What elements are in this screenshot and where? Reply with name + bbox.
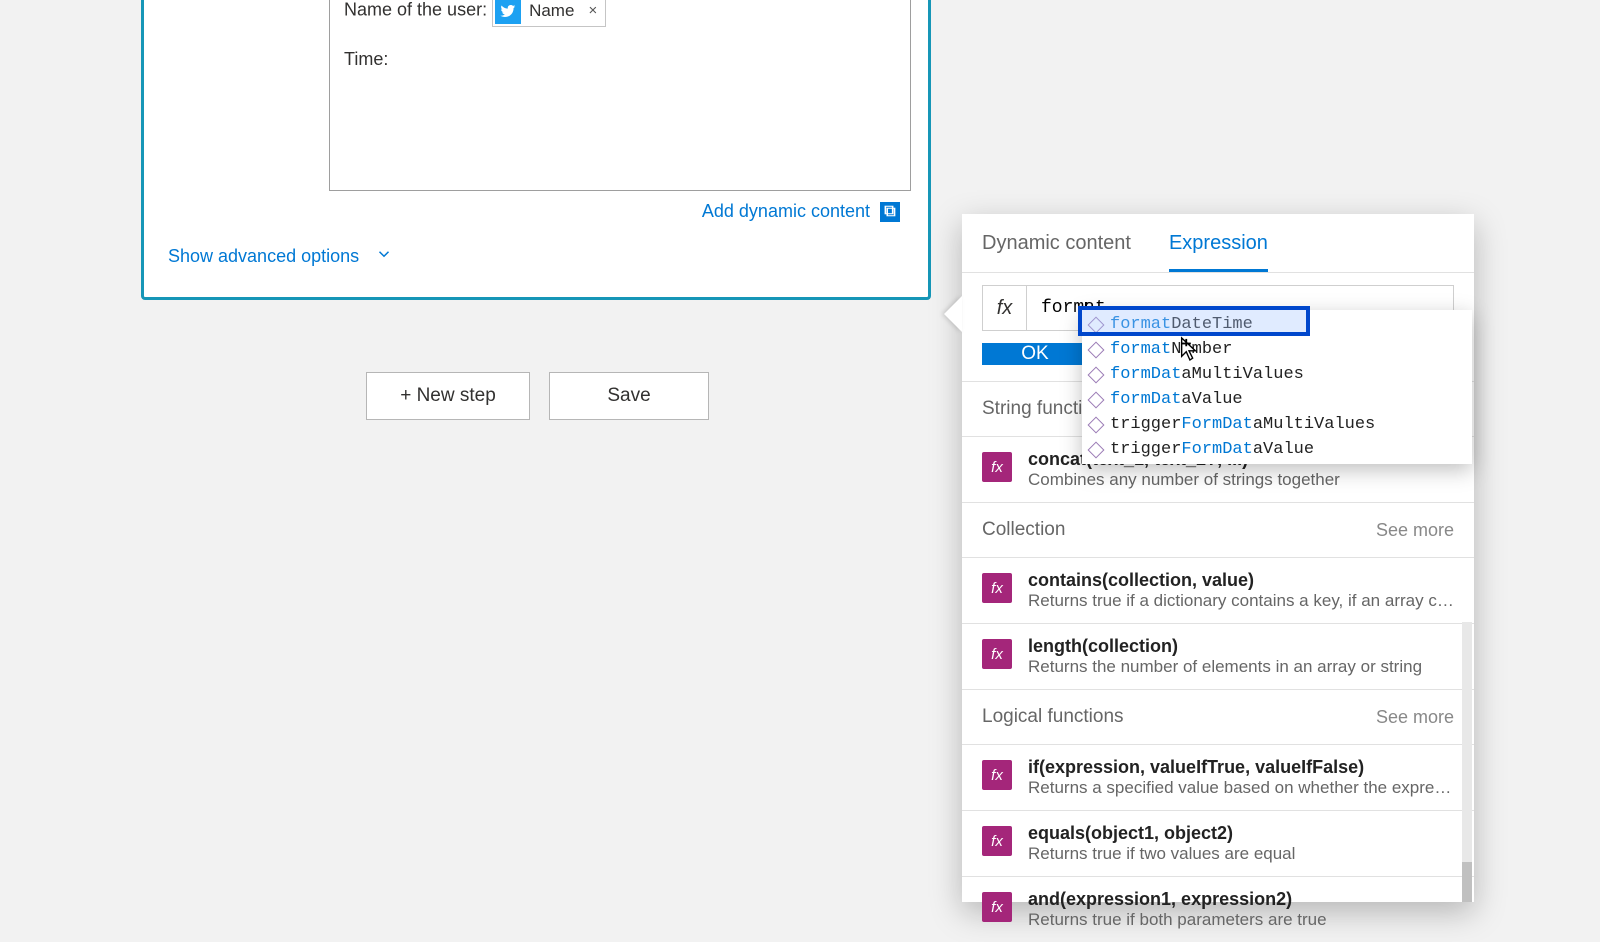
message-body-field[interactable]: Name of the user: Name × Time: <box>329 0 911 191</box>
ac-item-formdatavalue[interactable]: formDataValue <box>1082 387 1472 412</box>
popout-pointer <box>944 296 962 332</box>
token-label: Name <box>529 0 574 24</box>
section-title: Logical functions <box>982 706 1124 728</box>
fn-signature: if(expression, valueIfTrue, valueIfFalse… <box>1028 757 1458 778</box>
fx-badge-icon: fx <box>982 892 1012 922</box>
chevron-down-icon <box>375 245 393 268</box>
new-step-button[interactable]: + New step <box>366 372 530 420</box>
section-collection: Collection See more <box>962 502 1474 557</box>
section-title: Collection <box>982 519 1065 541</box>
fx-badge-icon: fx <box>982 573 1012 603</box>
ok-label: OK <box>1021 343 1048 365</box>
ac-item-triggerformdatamultivalues[interactable]: triggerFormDataMultiValues <box>1082 412 1472 437</box>
fn-signature: length(collection) <box>1028 636 1422 657</box>
fn-contains[interactable]: fx contains(collection, value) Returns t… <box>962 557 1474 623</box>
ac-icon <box>1088 441 1105 458</box>
show-advanced-options[interactable]: Show advanced options <box>168 245 393 268</box>
fx-badge-icon: fx <box>982 760 1012 790</box>
add-dynamic-label: Add dynamic content <box>702 201 870 222</box>
fn-description: Returns true if both parameters are true <box>1028 910 1327 930</box>
fx-icon: fx <box>983 286 1027 330</box>
action-card: Name of the user: Name × Time: Add dynam… <box>141 0 931 300</box>
ac-icon <box>1088 341 1105 358</box>
fn-length[interactable]: fx length(collection) Returns the number… <box>962 623 1474 689</box>
fx-badge-icon: fx <box>982 639 1012 669</box>
tab-expression[interactable]: Expression <box>1169 232 1268 272</box>
ac-icon <box>1088 316 1105 333</box>
see-more-link[interactable]: See more <box>1376 520 1454 541</box>
token-remove-icon[interactable]: × <box>588 0 597 23</box>
fn-signature: equals(object1, object2) <box>1028 823 1295 844</box>
ok-button[interactable]: OK <box>982 343 1088 365</box>
fn-and[interactable]: fx and(expression1, expression2) Returns… <box>962 876 1474 942</box>
ac-item-formdatamultivalues[interactable]: formDataMultiValues <box>1082 362 1472 387</box>
fn-if[interactable]: fx if(expression, valueIfTrue, valueIfFa… <box>962 744 1474 810</box>
scrollbar[interactable] <box>1462 622 1472 902</box>
show-advanced-label: Show advanced options <box>168 246 359 267</box>
tab-dynamic-content[interactable]: Dynamic content <box>982 232 1131 272</box>
popout-tabs: Dynamic content Expression <box>962 214 1474 273</box>
scrollbar-thumb[interactable] <box>1462 862 1472 902</box>
twitter-icon <box>495 0 521 24</box>
fx-badge-icon: fx <box>982 452 1012 482</box>
ac-item-formatdatetime[interactable]: formatDateTime <box>1082 312 1472 337</box>
ac-icon <box>1088 391 1105 408</box>
section-logical-functions: Logical functions See more <box>962 689 1474 744</box>
fn-description: Returns a specified value based on wheth… <box>1028 778 1458 798</box>
add-dynamic-content-link[interactable]: Add dynamic content ⧉ <box>702 201 900 222</box>
body-line-2: Time: <box>344 45 896 74</box>
ac-item-triggerformdatavalue[interactable]: triggerFormDataValue <box>1082 437 1472 462</box>
fn-equals[interactable]: fx equals(object1, object2) Returns true… <box>962 810 1474 876</box>
dynamic-token-name[interactable]: Name × <box>492 0 606 27</box>
fx-badge-icon: fx <box>982 826 1012 856</box>
fn-description: Combines any number of strings together <box>1028 470 1340 490</box>
fn-description: Returns the number of elements in an arr… <box>1028 657 1422 677</box>
body-line1-prefix: Name of the user: <box>344 0 492 19</box>
ac-icon <box>1088 416 1105 433</box>
fn-signature: contains(collection, value) <box>1028 570 1458 591</box>
ac-item-formatnumber[interactable]: formatNumber <box>1082 337 1472 362</box>
see-more-link[interactable]: See more <box>1376 707 1454 728</box>
fn-description: Returns true if a dictionary contains a … <box>1028 591 1458 611</box>
save-button[interactable]: Save <box>549 372 709 420</box>
fn-description: Returns true if two values are equal <box>1028 844 1295 864</box>
save-label: Save <box>607 385 650 407</box>
new-step-label: + New step <box>400 385 496 407</box>
ac-icon <box>1088 366 1105 383</box>
autocomplete-dropdown: formatDateTime formatNumber formDataMult… <box>1082 310 1472 464</box>
body-line-1: Name of the user: Name × <box>344 0 896 27</box>
add-dynamic-icon: ⧉ <box>880 202 900 222</box>
